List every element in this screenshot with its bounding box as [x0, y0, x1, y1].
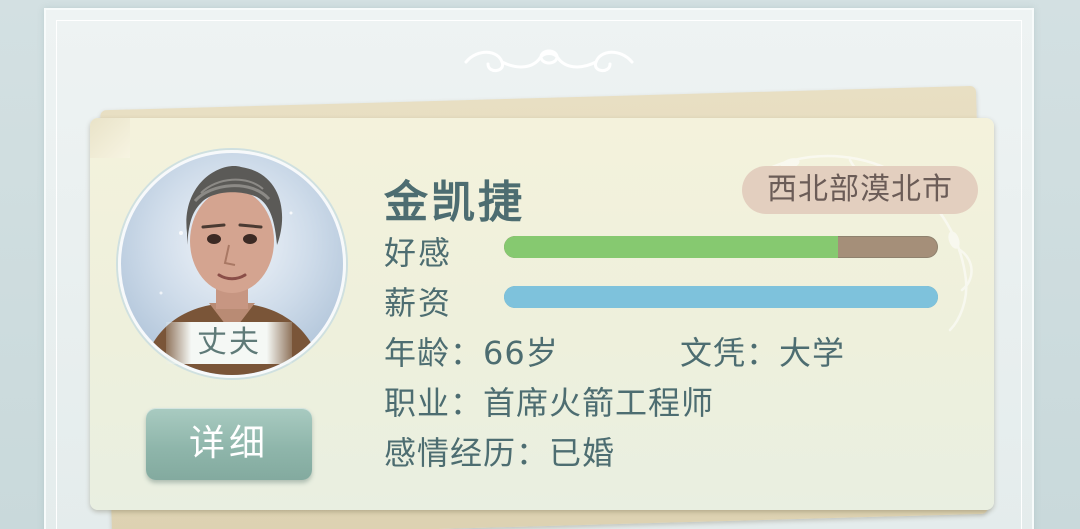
age-value: 66岁 [483, 334, 559, 372]
relationship-value: 已婚 [549, 434, 616, 472]
character-name: 金凯捷 [384, 177, 525, 228]
job-label: 职业： [384, 384, 484, 422]
salary-bar-fill [504, 286, 938, 308]
salary-label: 薪资 [384, 284, 453, 322]
affection-bar [504, 236, 938, 258]
region-badge: 西北部漠北市 [742, 166, 978, 214]
age-label: 年龄： [384, 334, 484, 372]
education-row: 文凭：大学 [680, 328, 845, 374]
detail-button[interactable]: 详细 [146, 408, 312, 480]
salary-bar [504, 286, 938, 308]
role-label: 丈夫 [166, 322, 292, 364]
relationship-label: 感情经历： [384, 434, 550, 472]
job-value: 首席火箭工程师 [483, 384, 715, 422]
education-label: 文凭： [680, 334, 780, 372]
card-corner-fold [90, 118, 130, 158]
affection-label: 好感 [384, 234, 453, 272]
scroll-ornament-icon [464, 49, 634, 72]
affection-bar-fill [504, 236, 839, 258]
education-value: 大学 [779, 334, 846, 372]
job-row: 职业：首席火箭工程师 [384, 378, 714, 424]
relationship-row: 感情经历：已婚 [384, 428, 615, 474]
age-row: 年龄：66岁 [384, 328, 559, 374]
